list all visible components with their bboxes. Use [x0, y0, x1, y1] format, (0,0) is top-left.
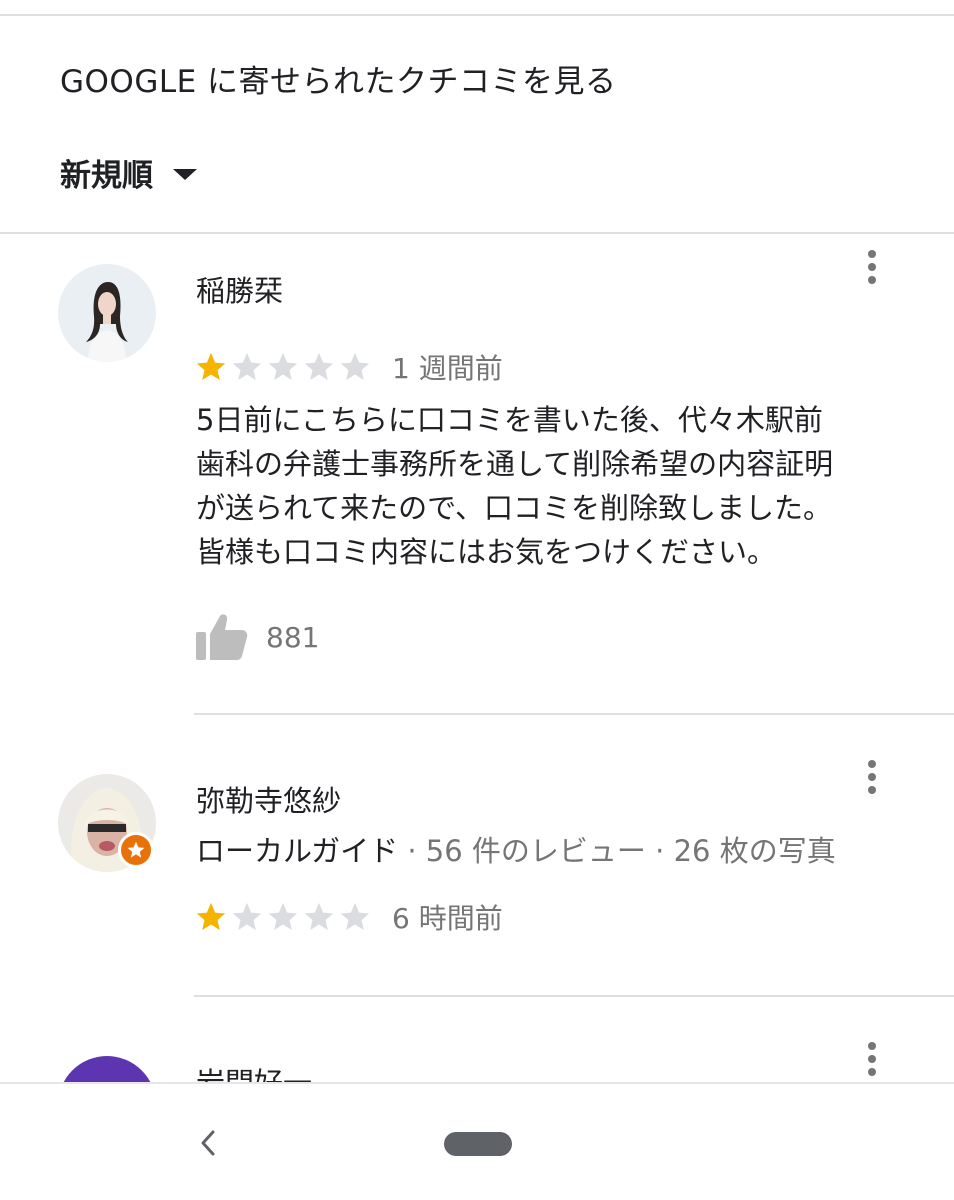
star-empty-icon: [232, 352, 262, 381]
star-empty-icon: [304, 902, 334, 931]
more-vert-icon[interactable]: [860, 1042, 884, 1082]
review-divider: [194, 995, 954, 997]
home-pill-icon[interactable]: [444, 1132, 512, 1156]
reviewer-meta: ローカルガイド · 56 件のレビュー · 26 枚の写真: [196, 828, 836, 870]
thumb-up-icon: [196, 614, 248, 660]
star-rating: 1 週間前: [194, 347, 503, 387]
review-text: 5日前にこちらに口コミを書いた後、代々木駅前 歯科の弁護士事務所を通して削除希望…: [196, 403, 834, 569]
local-guide-badge-icon: [118, 832, 154, 868]
review-author[interactable]: 稲勝栞: [196, 268, 283, 310]
more-vert-icon[interactable]: [860, 250, 884, 290]
star-filled-icon: [196, 352, 226, 381]
star-empty-icon: [340, 352, 370, 381]
review-time: 6 時間前: [392, 902, 503, 935]
system-nav-bar: [0, 1082, 954, 1200]
sort-label: 新規順: [60, 158, 153, 194]
chevron-left-icon[interactable]: [196, 1128, 220, 1158]
top-divider: [0, 14, 954, 16]
page-title: GOOGLE に寄せられたクチコミを見る: [60, 64, 617, 100]
star-rating: 6 時間前: [194, 897, 503, 937]
avatar[interactable]: [58, 264, 156, 362]
review-author[interactable]: 弥勒寺悠紗: [196, 778, 341, 820]
like-button[interactable]: 881: [194, 612, 319, 662]
caret-down-icon: [173, 169, 197, 180]
sort-dropdown[interactable]: 新規順: [60, 150, 197, 195]
like-count: 881: [266, 620, 320, 654]
star-empty-icon: [304, 352, 334, 381]
more-vert-icon[interactable]: [860, 760, 884, 800]
reviews-page: GOOGLE に寄せられたクチコミを見る 新規順 稲勝栞 1 週間前 5日前にこ: [0, 0, 954, 1200]
review-divider: [194, 713, 954, 715]
local-guide-label: ローカルガイド: [196, 834, 399, 868]
review-count: · 56 件のレビュー: [407, 834, 646, 868]
star-empty-icon: [268, 352, 298, 381]
star-empty-icon: [268, 902, 298, 931]
photo-count: · 26 枚の写真: [655, 834, 836, 868]
review-time: 1 週間前: [392, 352, 503, 385]
star-empty-icon: [232, 902, 262, 931]
star-filled-icon: [196, 902, 226, 931]
star-empty-icon: [340, 902, 370, 931]
section-divider: [0, 232, 954, 234]
